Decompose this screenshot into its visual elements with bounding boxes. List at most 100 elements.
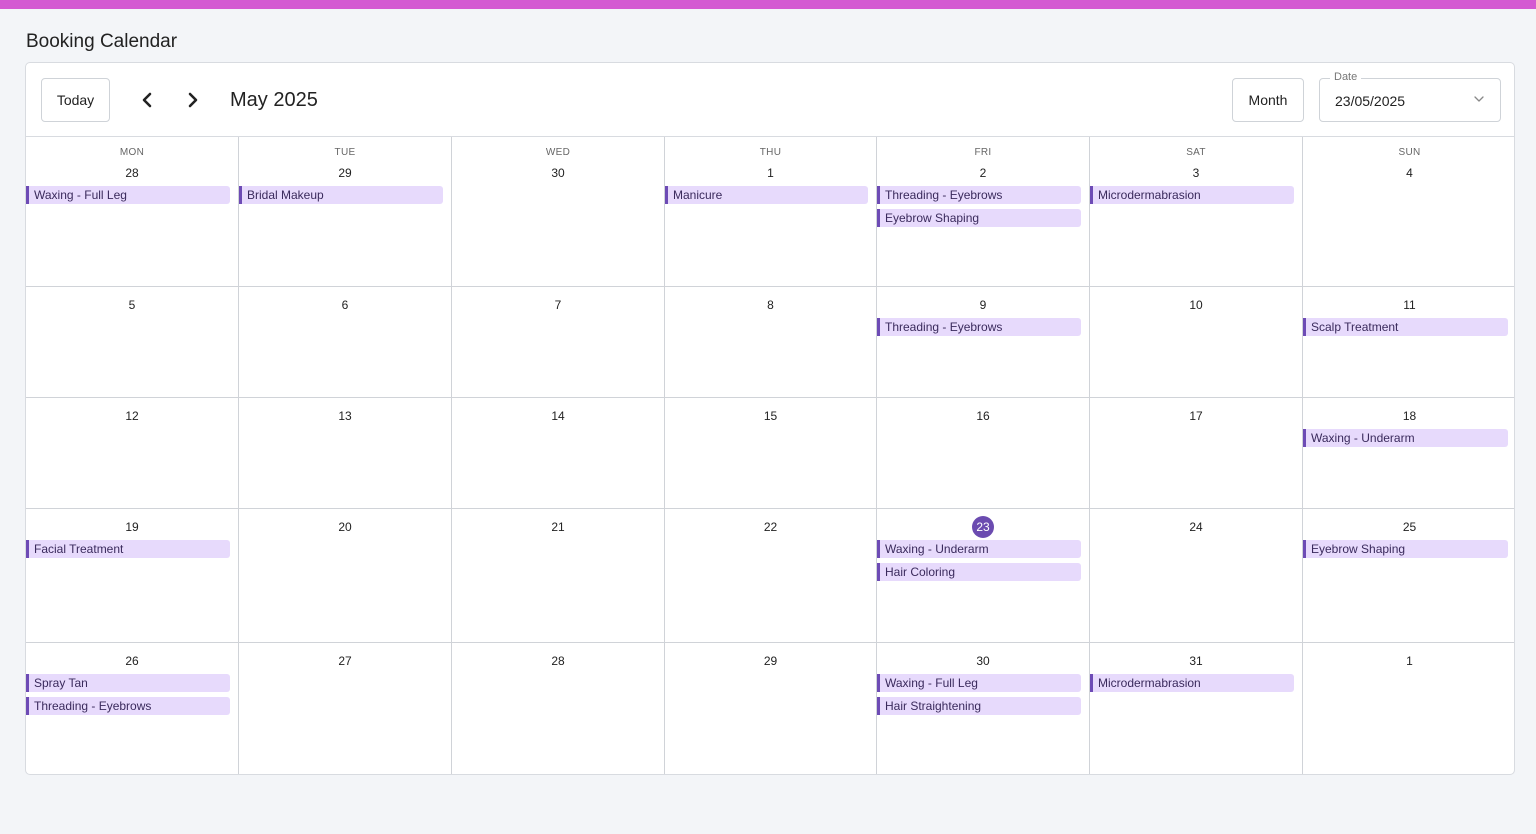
day-cell[interactable]: 7 xyxy=(452,287,665,397)
event-chip[interactable]: Waxing - Full Leg xyxy=(877,674,1081,692)
date-number: 10 xyxy=(1090,298,1302,312)
day-cell[interactable]: THU 1 Manicure xyxy=(665,137,877,286)
weekday-header: SAT xyxy=(1186,147,1206,158)
date-number-text: 15 xyxy=(763,409,778,423)
date-number: 29 xyxy=(239,166,451,180)
day-cell[interactable]: 17 xyxy=(1090,398,1303,508)
event-chip[interactable]: Spray Tan xyxy=(26,674,230,692)
date-number: 22 xyxy=(665,520,876,534)
date-number: 18 xyxy=(1303,409,1514,423)
event-chip[interactable]: Threading - Eyebrows xyxy=(26,696,230,715)
date-number: 3 xyxy=(1090,166,1302,180)
day-cell[interactable]: 28 xyxy=(452,643,665,774)
date-picker-field[interactable]: Date 23/05/2025 xyxy=(1319,71,1501,122)
day-cell[interactable]: 31 Microdermabrasion xyxy=(1090,643,1303,774)
event-chip[interactable]: Waxing - Full Leg xyxy=(26,186,230,204)
event-chip[interactable]: Hair Straightening xyxy=(877,696,1081,715)
date-number-text: 6 xyxy=(341,298,349,312)
current-month-label: May 2025 xyxy=(230,89,318,111)
event-chip[interactable]: Microdermabrasion xyxy=(1090,186,1294,204)
calendar-card: Today May 2025 Month Date 23/05/2025 MON… xyxy=(25,62,1515,775)
date-number-text: 1 xyxy=(1406,654,1413,668)
date-number: 13 xyxy=(239,409,451,423)
day-cell[interactable]: 13 xyxy=(239,398,452,508)
date-number: 30 xyxy=(877,654,1089,668)
day-cell[interactable]: MON 28 Waxing - Full Leg xyxy=(26,137,239,286)
date-number: 25 xyxy=(1303,520,1514,534)
calendar-toolbar: Today May 2025 Month Date 23/05/2025 xyxy=(26,63,1514,137)
day-cell[interactable]: 27 xyxy=(239,643,452,774)
event-list: Microdermabrasion xyxy=(1090,186,1294,209)
day-cell[interactable]: 21 xyxy=(452,509,665,642)
event-list: Waxing - Full Leg xyxy=(26,186,230,209)
previous-month-button[interactable] xyxy=(131,83,163,117)
date-number: 24 xyxy=(1090,520,1302,534)
day-cell[interactable]: 25 Eyebrow Shaping xyxy=(1303,509,1514,642)
day-cell[interactable]: 15 xyxy=(665,398,877,508)
day-cell[interactable]: 11 Scalp Treatment xyxy=(1303,287,1514,397)
day-cell[interactable]: 16 xyxy=(877,398,1090,508)
day-cell[interactable]: 19 Facial Treatment xyxy=(26,509,239,642)
event-list: Spray Tan Threading - Eyebrows xyxy=(26,674,230,719)
day-cell[interactable]: 20 xyxy=(239,509,452,642)
day-cell[interactable]: 1 xyxy=(1303,643,1514,774)
day-cell[interactable]: 9 Threading - Eyebrows xyxy=(877,287,1090,397)
date-number-text: 9 xyxy=(979,298,987,312)
event-list: Bridal Makeup xyxy=(239,186,443,209)
day-cell[interactable]: 18 Waxing - Underarm xyxy=(1303,398,1514,508)
day-cell[interactable]: 5 xyxy=(26,287,239,397)
view-mode-button[interactable]: Month xyxy=(1232,78,1304,122)
next-month-button[interactable] xyxy=(177,83,209,117)
event-chip[interactable]: Microdermabrasion xyxy=(1090,674,1294,692)
event-chip[interactable]: Hair Coloring xyxy=(877,562,1081,581)
date-number-text: 18 xyxy=(1402,409,1417,423)
day-cell[interactable]: 24 xyxy=(1090,509,1303,642)
day-cell[interactable]: SUN 4 xyxy=(1303,137,1514,286)
event-chip[interactable]: Threading - Eyebrows xyxy=(877,186,1081,204)
week-row: 12 13 14 15 16 17 18 Waxing - Underarm xyxy=(26,398,1514,509)
day-cell[interactable]: 12 xyxy=(26,398,239,508)
calendar-grid: MON 28 Waxing - Full Leg TUE 29 Bridal Makeup… xyxy=(26,137,1514,774)
date-number: 28 xyxy=(26,166,238,180)
day-cell[interactable]: 6 xyxy=(239,287,452,397)
day-cell[interactable]: 23 Waxing - Underarm Hair Coloring xyxy=(877,509,1090,642)
day-cell[interactable]: 14 xyxy=(452,398,665,508)
event-chip[interactable]: Eyebrow Shaping xyxy=(877,208,1081,227)
date-number-text: 10 xyxy=(1189,298,1203,312)
day-cell[interactable]: 29 xyxy=(665,643,877,774)
event-list: Scalp Treatment xyxy=(1303,318,1508,341)
event-chip[interactable]: Eyebrow Shaping xyxy=(1303,540,1508,558)
day-cell[interactable]: 30 Waxing - Full Leg Hair Straightening xyxy=(877,643,1090,774)
date-number-text: 7 xyxy=(554,298,562,312)
event-chip[interactable]: Waxing - Underarm xyxy=(1303,429,1508,447)
event-chip[interactable]: Scalp Treatment xyxy=(1303,318,1508,336)
week-row: 26 Spray Tan Threading - Eyebrows 27 28 29 30 W… xyxy=(26,643,1514,774)
date-number: 2 xyxy=(877,166,1089,180)
today-button[interactable]: Today xyxy=(41,78,110,122)
event-chip[interactable]: Threading - Eyebrows xyxy=(877,318,1081,336)
event-list: Manicure xyxy=(665,186,868,209)
day-cell[interactable]: 26 Spray Tan Threading - Eyebrows xyxy=(26,643,239,774)
day-cell[interactable]: TUE 29 Bridal Makeup xyxy=(239,137,452,286)
date-number: 30 xyxy=(452,166,664,180)
date-number-text: 26 xyxy=(125,654,139,668)
day-cell[interactable]: FRI 2 Threading - Eyebrows Eyebrow Shaping xyxy=(877,137,1090,286)
date-number-text: 14 xyxy=(551,409,565,423)
date-number-text: 2 xyxy=(979,166,987,180)
event-list: Waxing - Underarm xyxy=(1303,429,1508,452)
date-number-text: 4 xyxy=(1406,166,1413,180)
day-cell[interactable]: 22 xyxy=(665,509,877,642)
event-chip[interactable]: Waxing - Underarm xyxy=(877,540,1081,558)
date-number-text: 29 xyxy=(763,654,778,668)
today-date-number: 23 xyxy=(877,516,1089,538)
date-number: 28 xyxy=(452,654,664,668)
event-list: Threading - Eyebrows xyxy=(877,318,1081,341)
event-chip[interactable]: Manicure xyxy=(665,186,868,204)
event-chip[interactable]: Facial Treatment xyxy=(26,540,230,558)
day-cell[interactable]: 8 xyxy=(665,287,877,397)
day-cell[interactable]: SAT 3 Microdermabrasion xyxy=(1090,137,1303,286)
event-chip[interactable]: Bridal Makeup xyxy=(239,186,443,204)
day-cell[interactable]: WED 30 xyxy=(452,137,665,286)
day-cell[interactable]: 10 xyxy=(1090,287,1303,397)
date-number-text: 23 xyxy=(972,516,994,538)
